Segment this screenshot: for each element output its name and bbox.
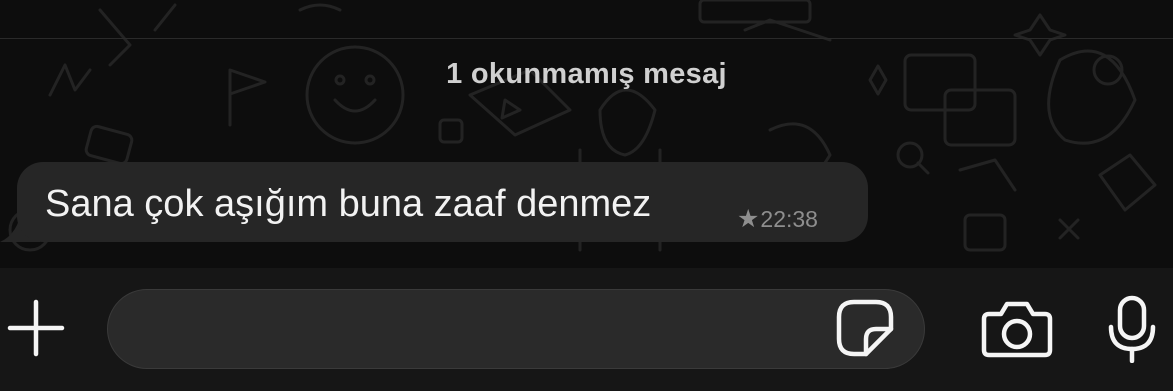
message-time: 22:38 [760, 205, 818, 232]
plus-icon[interactable] [6, 298, 66, 358]
microphone-icon[interactable] [1108, 295, 1156, 363]
top-divider [0, 38, 1173, 39]
camera-icon[interactable] [981, 300, 1053, 358]
star-icon: ★ [737, 205, 760, 233]
message-meta: ★ 22:38 [737, 204, 818, 234]
message-text: Sana çok aşığım buna zaaf denmez [45, 183, 652, 225]
message-input[interactable] [107, 289, 925, 369]
unread-messages-divider: 1 okunmamış mesaj [446, 58, 727, 90]
sticker-icon[interactable] [836, 299, 894, 357]
